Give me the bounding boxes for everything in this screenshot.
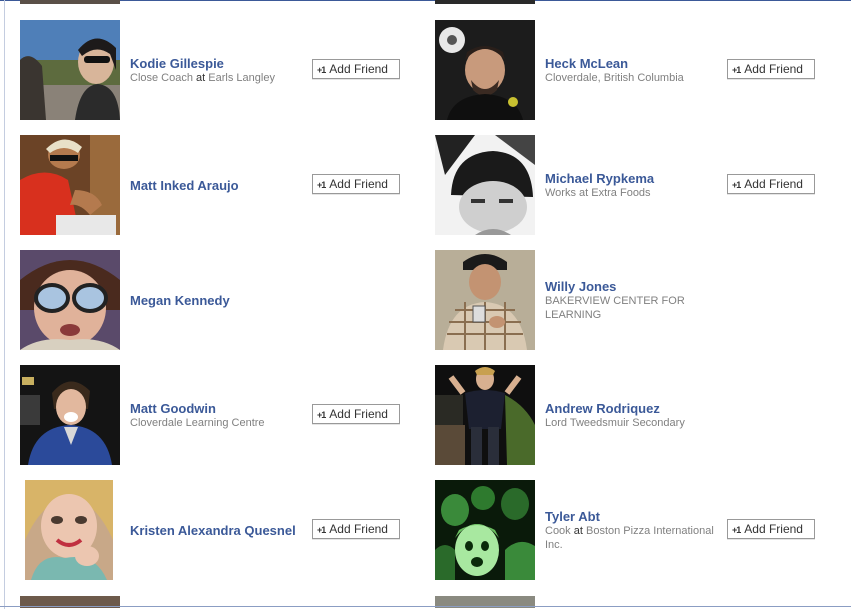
friend-card: Matt Inked Araujo +1 Add Friend [20, 135, 420, 235]
profile-photo[interactable] [435, 250, 535, 350]
profile-photo[interactable] [20, 250, 120, 350]
friend-info: Kodie Gillespie Close Coach at Earls Lan… [130, 20, 310, 120]
left-border [4, 0, 5, 609]
profile-photo[interactable] [435, 20, 535, 120]
friend-info: Kristen Alexandra Quesnel [130, 480, 312, 580]
friend-name[interactable]: Willy Jones [545, 279, 725, 294]
friend-info: Willy Jones BAKERVIEW CENTER FOR LEARNIN… [545, 250, 725, 350]
friend-info: Michael Rypkema Works at Extra Foods [545, 135, 725, 235]
profile-photo[interactable] [435, 135, 535, 235]
friend-name[interactable]: Tyler Abt [545, 509, 725, 524]
add-friend-button[interactable]: +1 Add Friend [727, 519, 815, 539]
friend-info: Matt Inked Araujo [130, 135, 310, 235]
friend-name[interactable]: Kristen Alexandra Quesnel [130, 523, 312, 538]
friend-card: Andrew Rodriquez Lord Tweedsmuir Seconda… [435, 365, 835, 465]
add-friend-icon: +1 [732, 525, 741, 535]
friend-subtitle: Close Coach at Earls Langley [130, 71, 275, 84]
profile-photo[interactable] [20, 365, 120, 465]
friend-info: Megan Kennedy [130, 250, 310, 350]
add-friend-button[interactable]: +1 Add Friend [727, 174, 815, 194]
add-friend-icon: +1 [732, 180, 741, 190]
add-friend-icon: +1 [732, 65, 741, 75]
friend-subtitle: Works at Extra Foods [545, 186, 651, 199]
friend-name[interactable]: Heck McLean [545, 56, 725, 71]
friend-subtitle: Lord Tweedsmuir Secondary [545, 416, 685, 429]
friend-card: Willy Jones BAKERVIEW CENTER FOR LEARNIN… [435, 250, 835, 350]
friend-name[interactable]: Kodie Gillespie [130, 56, 310, 71]
friend-name[interactable]: Matt Goodwin [130, 401, 310, 416]
add-friend-button[interactable]: +1 Add Friend [312, 404, 400, 424]
friend-name[interactable]: Michael Rypkema [545, 171, 725, 186]
friend-subtitle: Cloverdale Learning Centre [130, 416, 265, 429]
add-friend-icon: +1 [317, 410, 326, 420]
friend-card: Kodie Gillespie Close Coach at Earls Lan… [20, 20, 420, 120]
add-friend-button[interactable]: +1 Add Friend [312, 174, 400, 194]
add-friend-icon: +1 [317, 525, 326, 535]
friend-card: Michael Rypkema Works at Extra Foods +1 A… [435, 135, 835, 235]
friend-subtitle: Cook at Boston Pizza International Inc. [545, 524, 714, 551]
top-border [0, 0, 851, 1]
profile-photo[interactable] [20, 20, 120, 120]
friend-card: Heck McLean Cloverdale, British Columbia… [435, 20, 835, 120]
add-friend-icon: +1 [317, 65, 326, 75]
profile-photo[interactable] [435, 365, 535, 465]
add-friend-button[interactable]: +1 Add Friend [312, 519, 400, 539]
bottom-border [0, 606, 851, 607]
friend-card: Kristen Alexandra Quesnel +1 Add Friend [20, 480, 420, 580]
friend-info: Andrew Rodriquez Lord Tweedsmuir Seconda… [545, 365, 725, 465]
add-friend-icon: +1 [317, 180, 326, 190]
previous-row-photo-partial[interactable] [435, 0, 535, 4]
friend-card: Matt Goodwin Cloverdale Learning Centre … [20, 365, 420, 465]
friend-name[interactable]: Andrew Rodriquez [545, 401, 725, 416]
friend-info: Tyler Abt Cook at Boston Pizza Internati… [545, 480, 725, 580]
friend-info: Heck McLean Cloverdale, British Columbia [545, 20, 725, 120]
profile-photo[interactable] [25, 480, 113, 580]
profile-photo[interactable] [435, 480, 535, 580]
friend-subtitle: BAKERVIEW CENTER FOR LEARNING [545, 294, 685, 321]
add-friend-button[interactable]: +1 Add Friend [727, 59, 815, 79]
friend-name[interactable]: Matt Inked Araujo [130, 178, 310, 193]
add-friend-button[interactable]: +1 Add Friend [312, 59, 400, 79]
profile-photo[interactable] [20, 135, 120, 235]
previous-row-photo-partial[interactable] [20, 0, 120, 4]
friend-subtitle: Cloverdale, British Columbia [545, 71, 684, 84]
friend-info: Matt Goodwin Cloverdale Learning Centre [130, 365, 310, 465]
friend-card: Megan Kennedy [20, 250, 420, 350]
friend-name[interactable]: Megan Kennedy [130, 293, 310, 308]
friend-card: Tyler Abt Cook at Boston Pizza Internati… [435, 480, 835, 580]
